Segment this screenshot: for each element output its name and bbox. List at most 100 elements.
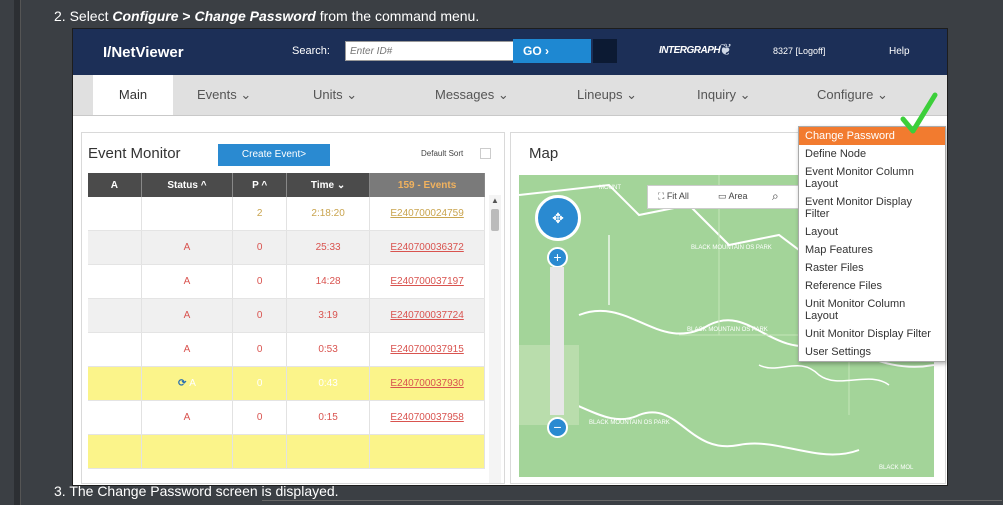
step-2-instruction: 2. Select Configure > Change Password fr… <box>54 8 479 24</box>
zoom-out-button[interactable]: − <box>547 417 568 438</box>
fit-all-icon: ⛶ <box>658 191 667 201</box>
cell-a <box>88 298 142 333</box>
header-spacer <box>593 39 617 63</box>
cell-a <box>88 197 142 231</box>
tab-inquiry[interactable]: Inquiry ⌄ <box>697 75 751 115</box>
tab-messages[interactable]: Messages ⌄ <box>435 75 509 115</box>
scroll-up-icon[interactable]: ▲ <box>489 195 501 207</box>
area-button[interactable]: ▭ Area <box>718 191 748 202</box>
menu-item-event-monitor-column-layout[interactable]: Event Monitor Column Layout <box>799 163 945 193</box>
cell-status: A <box>141 264 234 299</box>
column-header-priority[interactable]: P ^ <box>232 173 287 197</box>
column-header-a[interactable]: A <box>88 173 142 197</box>
tab-configure[interactable]: Configure ⌄ <box>817 75 888 115</box>
menu-item-event-monitor-display-filter[interactable]: Event Monitor Display Filter <box>799 193 945 223</box>
step-2-menu-name: Configure <box>112 8 179 24</box>
menu-item-user-settings[interactable]: User Settings <box>799 343 945 361</box>
step-2-prefix: 2. Select <box>54 8 113 24</box>
event-id-link[interactable]: E240700036372 <box>390 242 463 253</box>
menu-item-unit-monitor-display-filter[interactable]: Unit Monitor Display Filter <box>799 325 945 343</box>
cell-priority: 2 <box>232 197 287 231</box>
column-header-status[interactable]: Status ^ <box>141 173 234 197</box>
cell-status: A <box>141 298 234 333</box>
menu-item-layout[interactable]: Layout <box>799 223 945 241</box>
go-button[interactable]: GO › <box>513 39 591 63</box>
event-id-link[interactable]: E240700037724 <box>390 310 463 321</box>
search-icon[interactable]: ⌕ <box>772 189 779 204</box>
logo-mark-icon: ❦ <box>719 42 733 59</box>
map-label: BLACK MOL <box>879 465 914 471</box>
table-row[interactable]: A 0 0:53 E240700037915 <box>88 332 485 367</box>
cell-a <box>88 400 142 435</box>
event-id-link[interactable]: E240700024759 <box>390 208 463 219</box>
event-monitor-title: Event Monitor <box>88 145 181 162</box>
event-id-link[interactable]: E240700037958 <box>390 412 463 423</box>
table-row[interactable]: A 0 14:28 E240700037197 <box>88 264 485 299</box>
cell-time: 0:43 <box>286 366 371 401</box>
column-header-events[interactable]: 159 - Events <box>369 173 485 197</box>
tab-units[interactable]: Units ⌄ <box>313 75 357 115</box>
app-header: I/NetViewer Search: GO › INTERGRAPH ❦ 83… <box>73 29 947 75</box>
document-margin-bar <box>14 0 21 505</box>
table-row[interactable]: ⟳ A 0 0:43 E240700037930 <box>88 366 485 401</box>
cell-time: 25:33 <box>286 230 371 265</box>
app-brand: I/NetViewer <box>103 44 184 61</box>
cell-status: ⟳ A <box>141 366 234 401</box>
configure-dropdown-menu: Change Password Define Node Event Monito… <box>798 126 946 362</box>
tab-main[interactable]: Main <box>93 75 173 115</box>
event-id-link[interactable]: E240700037930 <box>390 378 463 389</box>
table-row[interactable]: 2 2:18:20 E240700024759 <box>88 197 485 231</box>
cell-status: A <box>141 230 234 265</box>
step-2-suffix: from the command menu. <box>315 8 480 24</box>
tab-lineups[interactable]: Lineups ⌄ <box>577 75 637 115</box>
cell-a <box>88 332 142 367</box>
cell-priority: 0 <box>232 332 287 367</box>
status-text: A <box>189 378 196 389</box>
event-id-link[interactable]: E240700037197 <box>390 276 463 287</box>
event-id-link[interactable]: E240700037915 <box>390 344 463 355</box>
map-toolbar: ⛶ Fit All ▭ Area ⌕ <box>647 185 799 209</box>
cell-time: 0:15 <box>286 400 371 435</box>
cell-a <box>88 366 142 401</box>
event-monitor-panel: Event Monitor Create Event> Default Sort… <box>81 132 505 484</box>
menu-item-unit-monitor-column-layout[interactable]: Unit Monitor Column Layout <box>799 295 945 325</box>
map-label: BLACK MOUNTAIN OS PARK <box>589 420 670 426</box>
user-logoff-link[interactable]: 8327 [Logoff] <box>773 46 825 56</box>
checkmark-icon <box>900 92 938 134</box>
menu-item-define-node[interactable]: Define Node <box>799 145 945 163</box>
search-label: Search: <box>292 45 330 57</box>
tab-events[interactable]: Events ⌄ <box>197 75 251 115</box>
table-row[interactable] <box>88 434 485 469</box>
map-label: MOUNT <box>599 185 621 191</box>
default-sort-label[interactable]: Default Sort <box>421 149 463 158</box>
column-header-time[interactable]: Time ⌄ <box>286 173 371 197</box>
section-divider <box>262 500 1002 501</box>
help-link[interactable]: Help <box>889 46 910 57</box>
event-table-scrollbar[interactable]: ▲ <box>489 195 501 483</box>
step-2-separator: > <box>178 8 195 24</box>
cell-status <box>141 197 234 231</box>
table-row[interactable]: A 0 25:33 E240700036372 <box>88 230 485 265</box>
pan-control-icon[interactable]: ✥ <box>535 195 581 241</box>
intergraph-logo: INTERGRAPH <box>659 45 721 56</box>
default-sort-checkbox[interactable] <box>480 148 491 159</box>
cell-time: 14:28 <box>286 264 371 299</box>
scroll-thumb[interactable] <box>491 209 499 231</box>
fit-all-label: Fit All <box>666 191 689 201</box>
create-event-button[interactable]: Create Event> <box>218 144 330 166</box>
cell-priority: 0 <box>232 298 287 333</box>
cell-status: A <box>141 332 234 367</box>
main-nav: Main Events ⌄ Units ⌄ Messages ⌄ Lineups… <box>73 75 947 116</box>
zoom-slider[interactable] <box>550 267 564 415</box>
menu-item-raster-files[interactable]: Raster Files <box>799 259 945 277</box>
fit-all-button[interactable]: ⛶ Fit All <box>658 191 689 202</box>
zoom-in-button[interactable]: + <box>547 247 568 268</box>
cell-priority: 0 <box>232 264 287 299</box>
table-row[interactable]: A 0 3:19 E240700037724 <box>88 298 485 333</box>
table-row[interactable]: A 0 0:15 E240700037958 <box>88 400 485 435</box>
cell-priority: 0 <box>232 230 287 265</box>
area-icon: ▭ <box>718 191 729 201</box>
menu-item-map-features[interactable]: Map Features <box>799 241 945 259</box>
menu-item-reference-files[interactable]: Reference Files <box>799 277 945 295</box>
search-input[interactable] <box>345 41 515 61</box>
